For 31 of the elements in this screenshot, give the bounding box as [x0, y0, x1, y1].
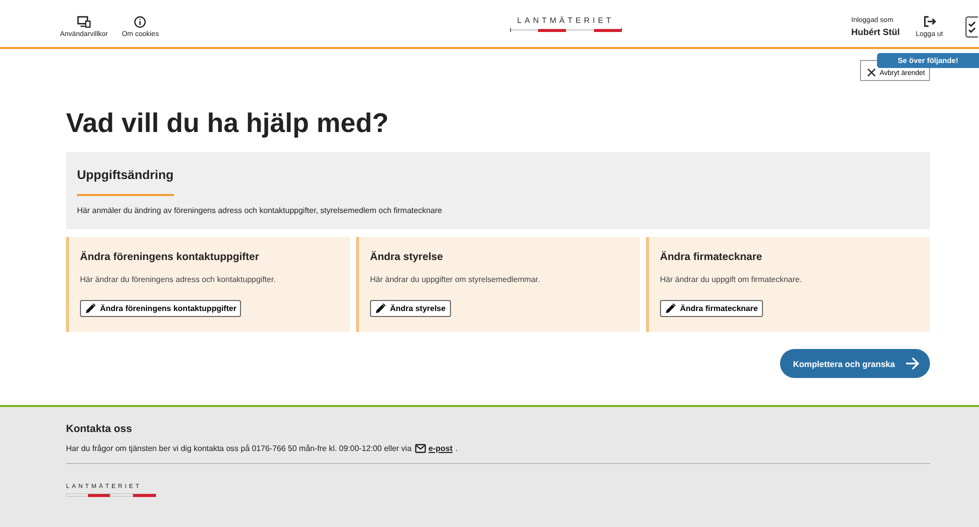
logo-text: LANTMÄTERIET [517, 16, 614, 24]
monitor-icon [76, 16, 91, 28]
scale-bar-icon [66, 493, 156, 497]
card-text: Här ändrar du uppgifter om styrelsemedlemmar. [370, 275, 541, 284]
email-link[interactable]: e-post [428, 444, 453, 453]
card-title: Ändra föreningens kontaktuppgifter [80, 251, 260, 263]
card-text: Här ändrar du föreningens adress och kontaktuppgifter. [80, 275, 277, 284]
pencil-icon [85, 303, 96, 314]
pencil-icon [665, 303, 676, 314]
close-icon [866, 68, 876, 77]
scale-bar-icon [510, 28, 622, 32]
card-title: Ändra styrelse [370, 251, 444, 263]
mail-icon [414, 444, 426, 453]
logout-icon [922, 15, 936, 28]
edit-button[interactable]: Ändra styrelse [370, 300, 451, 317]
next-button[interactable]: Komplettera och granska [780, 349, 930, 378]
checklist-icon[interactable] [965, 16, 979, 38]
info-icon [134, 16, 146, 28]
arrow-right-icon [905, 357, 920, 370]
pencil-icon [375, 303, 386, 314]
user-name: Hubért Stül [851, 26, 900, 36]
page-heading: Vad vill du ha hjälp med? [66, 108, 390, 139]
section-title: Uppgiftsändring [77, 168, 174, 196]
footer-title: Kontakta oss [66, 423, 133, 435]
card-text: Här ändrar du uppgift om firmatecknare. [660, 275, 803, 284]
card-title: Ändra firmatecknare [660, 251, 764, 263]
edit-button[interactable]: Ändra föreningens kontaktuppgifter [80, 300, 242, 317]
section-description: Här anmäler du ändring av föreningens adress och kontaktuppgifter, styrelsemedlem och firmatecknare [77, 206, 444, 215]
contact-text: Har du frågor om tjänsten ber vi dig kontakta oss på 0176-766 50 mån-fre kl. 09:00-12:00 eller via [66, 444, 412, 453]
period-text: . [456, 444, 458, 453]
edit-button[interactable]: Ändra firmatecknare [660, 300, 763, 317]
